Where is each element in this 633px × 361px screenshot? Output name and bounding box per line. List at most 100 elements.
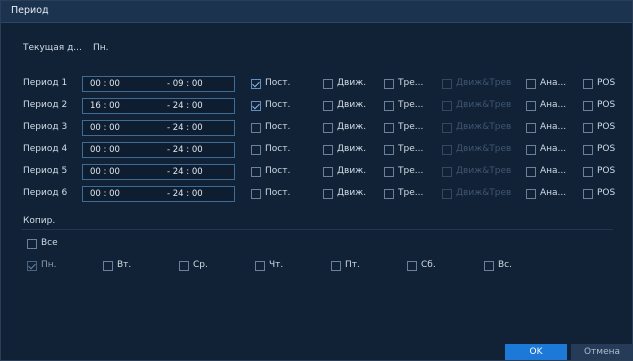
period-end-time[interactable]: - 24 : 00 bbox=[167, 189, 203, 199]
copy-day-checkbox[interactable] bbox=[255, 261, 265, 271]
record-type-label: POS bbox=[597, 122, 616, 132]
period-record-type-checkbox[interactable] bbox=[526, 123, 536, 133]
record-type-label: Пост. bbox=[265, 100, 291, 110]
record-type-label: Движ. bbox=[337, 122, 367, 132]
copy-day-label: Вт. bbox=[117, 260, 132, 270]
period-record-type-checkbox[interactable] bbox=[583, 167, 593, 177]
copy-day-label: Чт. bbox=[269, 260, 284, 270]
copy-day-label: Пт. bbox=[345, 260, 360, 270]
period-record-type-checkbox[interactable] bbox=[526, 101, 536, 111]
period-record-type-checkbox[interactable] bbox=[251, 101, 261, 111]
period-record-type-checkbox[interactable] bbox=[384, 123, 394, 133]
ok-button[interactable]: OK bbox=[505, 344, 567, 360]
period-label: Период 3 bbox=[23, 122, 68, 132]
period-end-time[interactable]: - 24 : 00 bbox=[167, 167, 203, 177]
record-type-label: Тре... bbox=[398, 78, 424, 88]
current-day-label: Текущая д... bbox=[23, 43, 82, 53]
period-time-range-input[interactable]: 00 : 00 - 24 : 00 bbox=[82, 120, 235, 136]
period-record-type-checkbox[interactable] bbox=[251, 123, 261, 133]
record-type-label: Ана... bbox=[540, 122, 567, 132]
record-type-label: POS bbox=[597, 144, 616, 154]
dialog-titlebar: Период bbox=[1, 1, 632, 23]
period-time-range-input[interactable]: 16 : 00 - 24 : 00 bbox=[82, 98, 235, 114]
period-record-type-checkbox[interactable] bbox=[583, 123, 593, 133]
period-record-type-checkbox[interactable] bbox=[384, 167, 394, 177]
period-label: Период 1 bbox=[23, 78, 68, 88]
copy-day-checkbox[interactable] bbox=[103, 261, 113, 271]
record-type-label: Движ&Трев bbox=[456, 100, 512, 110]
copy-day-checkbox[interactable] bbox=[179, 261, 189, 271]
period-record-type-checkbox[interactable] bbox=[526, 79, 536, 89]
period-record-type-checkbox[interactable] bbox=[323, 189, 333, 199]
record-type-label: Движ. bbox=[337, 166, 367, 176]
period-start-time[interactable]: 00 : 00 bbox=[90, 145, 120, 155]
record-type-label: Движ. bbox=[337, 188, 367, 198]
dialog-title: Период bbox=[11, 5, 49, 16]
period-record-type-checkbox[interactable] bbox=[251, 167, 261, 177]
record-type-label: Движ. bbox=[337, 144, 367, 154]
period-time-range-input[interactable]: 00 : 00 - 24 : 00 bbox=[82, 164, 235, 180]
period-start-time[interactable]: 00 : 00 bbox=[90, 167, 120, 177]
period-label: Период 6 bbox=[23, 188, 68, 198]
record-type-label: Тре... bbox=[398, 100, 424, 110]
period-end-time[interactable]: - 24 : 00 bbox=[167, 123, 203, 133]
period-record-type-checkbox[interactable] bbox=[583, 189, 593, 199]
record-type-label: Тре... bbox=[398, 166, 424, 176]
period-record-type-checkbox[interactable] bbox=[323, 79, 333, 89]
copy-day-checkbox[interactable] bbox=[484, 261, 494, 271]
copy-day-label: Пн. bbox=[41, 260, 57, 270]
record-type-label: Пост. bbox=[265, 166, 291, 176]
copy-day-label: Вс. bbox=[498, 260, 512, 270]
period-record-type-checkbox[interactable] bbox=[251, 189, 261, 199]
period-start-time[interactable]: 00 : 00 bbox=[90, 79, 120, 89]
cancel-button[interactable]: Отмена bbox=[571, 344, 633, 360]
record-type-label: Пост. bbox=[265, 78, 291, 88]
period-end-time[interactable]: - 24 : 00 bbox=[167, 101, 203, 111]
period-record-type-checkbox[interactable] bbox=[583, 79, 593, 89]
current-day-value: Пн. bbox=[93, 43, 109, 53]
record-type-label: Движ. bbox=[337, 100, 367, 110]
period-end-time[interactable]: - 09 : 00 bbox=[167, 79, 203, 89]
record-type-label: Движ&Трев bbox=[456, 188, 512, 198]
period-time-range-input[interactable]: 00 : 00 - 24 : 00 bbox=[82, 186, 235, 202]
copy-day-checkbox[interactable] bbox=[407, 261, 417, 271]
period-record-type-checkbox[interactable] bbox=[384, 145, 394, 155]
copy-day-checkbox[interactable] bbox=[331, 261, 341, 271]
copy-day-label: Сб. bbox=[421, 260, 436, 270]
period-record-type-checkbox[interactable] bbox=[526, 189, 536, 199]
period-record-type-checkbox[interactable] bbox=[323, 167, 333, 177]
copy-label: Копир. bbox=[23, 216, 56, 226]
copy-all-label: Все bbox=[41, 238, 58, 248]
record-type-label: POS bbox=[597, 100, 616, 110]
record-type-label: Ана... bbox=[540, 166, 567, 176]
period-record-type-checkbox[interactable] bbox=[526, 167, 536, 177]
period-start-time[interactable]: 00 : 00 bbox=[90, 123, 120, 133]
period-dialog: Период Текущая д... Пн. Период 1 00 : 00 -… bbox=[0, 0, 633, 361]
period-record-type-checkbox[interactable] bbox=[384, 79, 394, 89]
period-record-type-checkbox[interactable] bbox=[526, 145, 536, 155]
period-record-type-checkbox[interactable] bbox=[384, 101, 394, 111]
record-type-label: Тре... bbox=[398, 144, 424, 154]
period-record-type-checkbox[interactable] bbox=[583, 145, 593, 155]
record-type-label: POS bbox=[597, 166, 616, 176]
copy-all-checkbox[interactable] bbox=[27, 239, 37, 249]
period-record-type-checkbox[interactable] bbox=[384, 189, 394, 199]
period-record-type-checkbox bbox=[442, 167, 452, 177]
record-type-label: Тре... bbox=[398, 122, 424, 132]
period-end-time[interactable]: - 24 : 00 bbox=[167, 145, 203, 155]
record-type-label: Пост. bbox=[265, 188, 291, 198]
period-record-type-checkbox bbox=[442, 123, 452, 133]
period-record-type-checkbox[interactable] bbox=[583, 101, 593, 111]
period-time-range-input[interactable]: 00 : 00 - 24 : 00 bbox=[82, 142, 235, 158]
copy-day-checkbox bbox=[27, 261, 37, 271]
period-start-time[interactable]: 00 : 00 bbox=[90, 189, 120, 199]
period-record-type-checkbox[interactable] bbox=[251, 145, 261, 155]
period-start-time[interactable]: 16 : 00 bbox=[90, 101, 120, 111]
period-record-type-checkbox bbox=[442, 79, 452, 89]
period-record-type-checkbox[interactable] bbox=[323, 123, 333, 133]
period-record-type-checkbox[interactable] bbox=[323, 101, 333, 111]
record-type-label: Ана... bbox=[540, 188, 567, 198]
period-record-type-checkbox[interactable] bbox=[323, 145, 333, 155]
period-record-type-checkbox[interactable] bbox=[251, 79, 261, 89]
period-time-range-input[interactable]: 00 : 00 - 09 : 00 bbox=[82, 76, 235, 92]
